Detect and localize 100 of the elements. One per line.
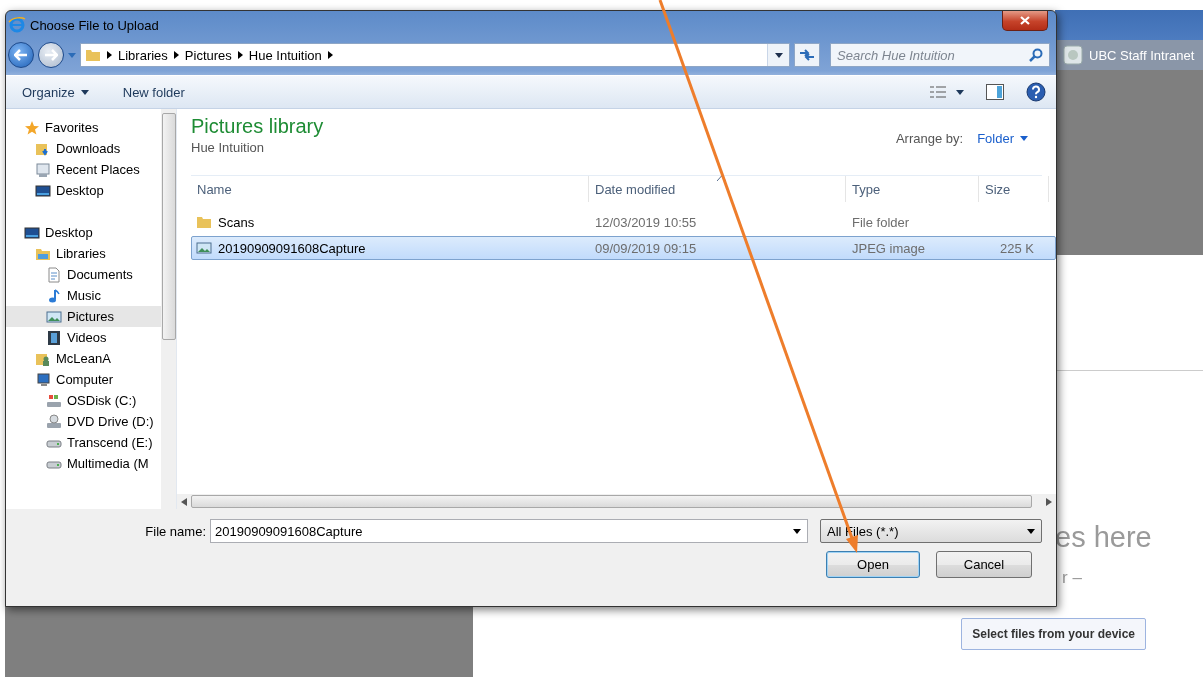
sidebar-item-label: Desktop	[56, 183, 104, 198]
file-name-field[interactable]: 20190909091608Capture	[210, 519, 808, 543]
dropdown-caret-icon	[793, 529, 801, 534]
view-options-icon[interactable]	[930, 86, 964, 98]
sidebar-item-label: Pictures	[67, 309, 114, 324]
size-cell: 225 K	[1000, 240, 1034, 256]
sidebar-item-label: Documents	[67, 267, 133, 282]
date-cell-text: 09/09/2019 09:15	[594, 240, 698, 256]
computer-icon	[35, 371, 51, 388]
sidebar-item-label: OSDisk (C:)	[67, 393, 137, 408]
close-icon	[1020, 16, 1030, 25]
column-header[interactable]: Name	[191, 176, 589, 202]
menu-button[interactable]: Organize	[22, 84, 89, 100]
recent-places-icon	[35, 161, 51, 178]
chevron-icon	[327, 51, 333, 59]
sidebar-item[interactable]: McLeanA	[6, 348, 161, 369]
address-dropdown-button[interactable]	[767, 44, 789, 66]
chevron-icon	[107, 51, 112, 59]
type-cell-text: File folder	[851, 214, 911, 230]
address-bar[interactable]: Libraries Pictures Hue Intuition	[80, 43, 790, 67]
file-row[interactable]: Scans 12/03/2019 10:55 File folder	[191, 210, 1056, 234]
column-header[interactable]: Type	[846, 176, 979, 202]
sidebar-item[interactable]: Downloads	[6, 138, 161, 159]
sidebar-item[interactable]: Music	[6, 285, 161, 306]
caret-icon	[1020, 136, 1028, 141]
sidebar-item-label: Multimedia (M	[67, 456, 149, 471]
folder-icon	[85, 47, 101, 63]
history-caret-icon	[68, 52, 76, 58]
landscape-picture-icon	[46, 308, 62, 325]
sidebar-item-label: DVD Drive (D:)	[67, 414, 154, 429]
left-arrow-icon	[14, 49, 28, 61]
chevron-icon	[237, 51, 243, 59]
crest-icon	[1063, 45, 1083, 65]
sidebar-item-label: Desktop	[45, 225, 93, 240]
refresh-button[interactable]	[794, 43, 820, 67]
forward-button[interactable]	[38, 42, 64, 68]
preview-pane-icon[interactable]	[986, 84, 1004, 100]
arrange-dropdown[interactable]: Folder	[977, 131, 1028, 146]
tab-title: UBC Staff Intranet	[1089, 47, 1195, 63]
landscape-picture-icon	[196, 240, 212, 256]
close-button[interactable]	[1002, 11, 1048, 31]
window-title: Choose File to Upload	[30, 17, 159, 33]
sidebar-item-label: Recent Places	[56, 162, 140, 177]
star-icon	[24, 119, 40, 136]
music-note-icon	[46, 287, 62, 304]
desktop-icon	[24, 224, 40, 241]
file-row[interactable]: 20190909091608Capture 09/09/2019 09:15 JPEG image 225 K	[191, 236, 1056, 260]
sidebar-item[interactable]: Desktop	[6, 222, 161, 243]
sidebar-item[interactable]: Desktop	[6, 180, 161, 201]
file-name-cell: 20190909091608Capture	[192, 240, 590, 256]
sidebar-item[interactable]: Transcend (E:)	[6, 432, 161, 453]
film-icon	[46, 329, 62, 346]
toolbar-button[interactable]: New folder	[122, 84, 185, 100]
chevron-icon	[173, 51, 179, 59]
horizontal-scrollbar[interactable]	[177, 494, 1056, 509]
breadcrumb-item[interactable]: Hue Intuition	[248, 47, 322, 63]
back-button[interactable]	[8, 42, 34, 68]
sidebar-item-label: Favorites	[45, 120, 99, 135]
help-icon[interactable]	[1026, 82, 1046, 102]
type-cell-text: JPEG image	[851, 240, 926, 256]
sidebar-item[interactable]: DVD Drive (D:)	[6, 411, 161, 432]
sidebar-item[interactable]: OSDisk (C:)	[6, 390, 161, 411]
breadcrumb-item[interactable]: Pictures	[184, 47, 232, 63]
sidebar-item[interactable]: Computer	[6, 369, 161, 390]
sidebar-item[interactable]: Favorites	[6, 117, 161, 138]
sidebar-item-label: Videos	[67, 330, 107, 345]
sidebar-item[interactable]: Multimedia (M	[6, 453, 161, 474]
cancel-button[interactable]: Cancel	[936, 551, 1032, 578]
open-button[interactable]: Open	[826, 551, 920, 578]
arrange-label: Arrange by:	[895, 131, 964, 146]
caret-icon	[1027, 528, 1035, 534]
breadcrumb-item[interactable]: Libraries	[118, 47, 168, 63]
caret-icon	[774, 52, 783, 58]
sidebar-item[interactable]: Recent Places	[6, 159, 161, 180]
sidebar-item[interactable]: Pictures	[6, 306, 161, 327]
library-subtitle: Hue Intuition	[191, 140, 265, 155]
caret-icon	[80, 89, 89, 95]
file-name-cell: Scans	[192, 214, 590, 230]
column-header[interactable]: Date modified	[589, 176, 846, 202]
search-field[interactable]: Search Hue Intuition	[830, 43, 1050, 67]
vertical-scrollbar[interactable]	[161, 109, 176, 509]
sidebar-item[interactable]: Libraries	[6, 243, 161, 264]
sidebar-item-label: Downloads	[56, 141, 121, 156]
sidebar-item-label: Computer	[56, 372, 114, 387]
browser-e-icon	[8, 16, 26, 34]
refresh-arrows-icon	[799, 48, 815, 62]
search-icon	[1029, 48, 1043, 62]
sidebar-item[interactable]: Videos	[6, 327, 161, 348]
column-header[interactable]: Size	[979, 176, 1049, 202]
drop-zone-text: r –	[1062, 568, 1083, 588]
scroll-right-icon	[1046, 497, 1052, 506]
sidebar-item-label: McLeanA	[56, 351, 111, 366]
hard-drive-icon	[46, 392, 62, 409]
scroll-left-icon	[181, 497, 187, 506]
sidebar-item[interactable]: Documents	[6, 264, 161, 285]
select-files-button[interactable]: Select files from your device	[961, 618, 1146, 650]
dvd-drive-icon	[46, 413, 62, 430]
desktop-icon	[35, 182, 51, 199]
sidebar-item-label: Libraries	[56, 246, 106, 261]
file-name-label: File name:	[144, 523, 207, 539]
